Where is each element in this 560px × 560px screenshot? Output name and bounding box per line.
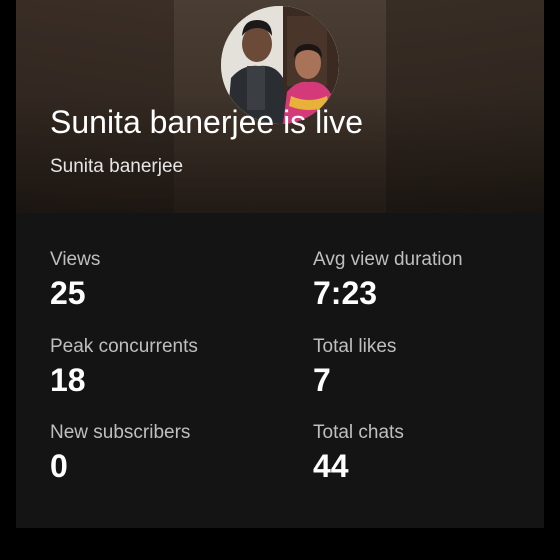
stat-value: 0	[50, 448, 68, 484]
live-summary-card: Sunita banerjee is live Sunita banerjee …	[16, 0, 544, 528]
channel-name[interactable]: Sunita banerjee	[50, 156, 183, 178]
stat-label: Views	[50, 249, 101, 270]
stream-header: Sunita banerjee is live Sunita banerjee	[16, 0, 544, 213]
stream-stats: Views 25 Avg view duration 7:23 Peak con…	[16, 213, 544, 528]
stat-label: Total likes	[313, 336, 397, 357]
stat-value: 7	[313, 362, 331, 398]
stat-value: 25	[50, 275, 86, 311]
stat-value: 18	[50, 362, 86, 398]
stat-avg-view-duration: Avg view duration 7:23	[313, 249, 544, 312]
live-title: Sunita banerjee is live	[50, 104, 364, 140]
stat-value: 44	[313, 448, 349, 484]
stat-total-likes: Total likes 7	[313, 336, 544, 399]
stat-label: New subscribers	[50, 422, 191, 443]
stat-label: Peak concurrents	[50, 336, 198, 357]
stat-total-chats: Total chats 44	[313, 422, 544, 485]
stat-views: Views 25	[50, 249, 290, 312]
screen: Sunita banerjee is live Sunita banerjee …	[0, 0, 560, 560]
stat-peak-concurrents: Peak concurrents 18	[50, 336, 290, 399]
stat-label: Avg view duration	[313, 249, 463, 270]
stat-new-subscribers: New subscribers 0	[50, 422, 290, 485]
stat-value: 7:23	[313, 275, 378, 311]
stat-label: Total chats	[313, 422, 404, 443]
